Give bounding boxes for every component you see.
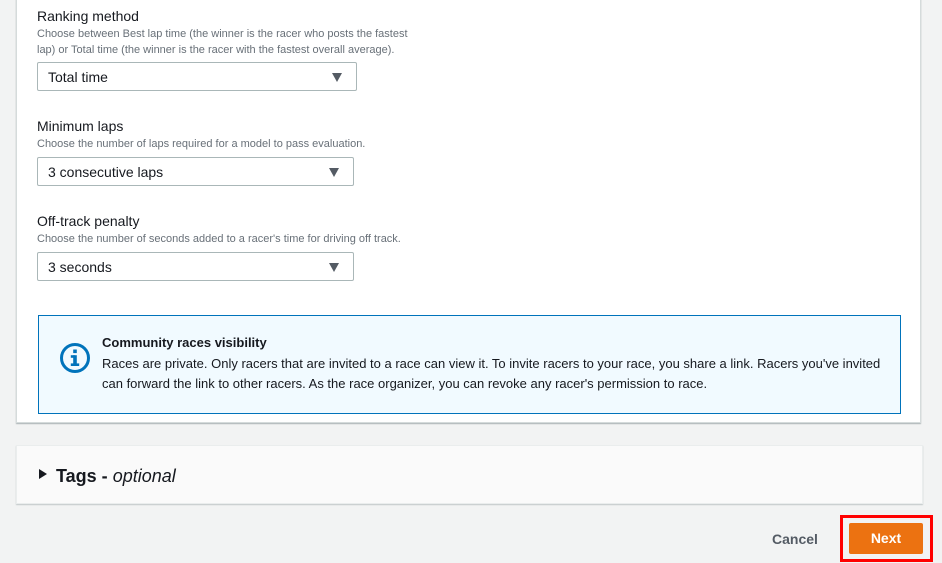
info-alert-title: Community races visibility [102, 335, 267, 350]
ranking-method-field: Ranking method Choose between Best lap t… [37, 7, 408, 58]
community-races-info-alert: Community races visibility Races are pri… [38, 315, 901, 414]
off-track-penalty-field: Off-track penalty Choose the number of s… [37, 212, 401, 247]
minimum-laps-label: Minimum laps [37, 118, 124, 134]
ranking-method-label: Ranking method [37, 8, 139, 24]
tags-expandable-section[interactable]: Tags - optional [16, 445, 923, 504]
caret-right-icon [39, 469, 47, 479]
ranking-method-value: Total time [48, 69, 108, 85]
tags-title-label: Tags - [56, 466, 108, 486]
ranking-method-description-line-1: Choose between Best lap time (the winner… [37, 28, 408, 40]
page: Ranking method Choose between Best lap t… [0, 0, 942, 563]
caret-down-icon [329, 263, 339, 272]
info-alert-text: Races are private. Only racers that are … [102, 356, 881, 391]
caret-down-icon [332, 73, 342, 82]
ranking-method-select[interactable]: Total time [37, 62, 357, 91]
ranking-method-description-line-2: lap) or Total time (the winner is the ra… [37, 44, 395, 56]
info-icon [60, 343, 90, 373]
next-button[interactable]: Next [849, 523, 923, 554]
off-track-penalty-description: Choose the number of seconds added to a … [37, 233, 401, 245]
caret-down-icon [329, 168, 339, 177]
cancel-button[interactable]: Cancel [760, 523, 830, 555]
off-track-penalty-select[interactable]: 3 seconds [37, 252, 354, 281]
tags-optional-label: optional [112, 466, 176, 486]
off-track-penalty-label: Off-track penalty [37, 213, 140, 229]
minimum-laps-field: Minimum laps Choose the number of laps r… [37, 117, 365, 152]
minimum-laps-value: 3 consecutive laps [48, 164, 164, 180]
minimum-laps-description: Choose the number of laps required for a… [37, 138, 366, 150]
ranking-method-description: Choose between Best lap time (the winner… [37, 26, 408, 58]
tags-section-title: Tags - optional [56, 465, 176, 487]
off-track-penalty-value: 3 seconds [48, 259, 112, 275]
race-settings-panel: Ranking method Choose between Best lap t… [16, 0, 921, 423]
minimum-laps-select[interactable]: 3 consecutive laps [37, 157, 354, 186]
